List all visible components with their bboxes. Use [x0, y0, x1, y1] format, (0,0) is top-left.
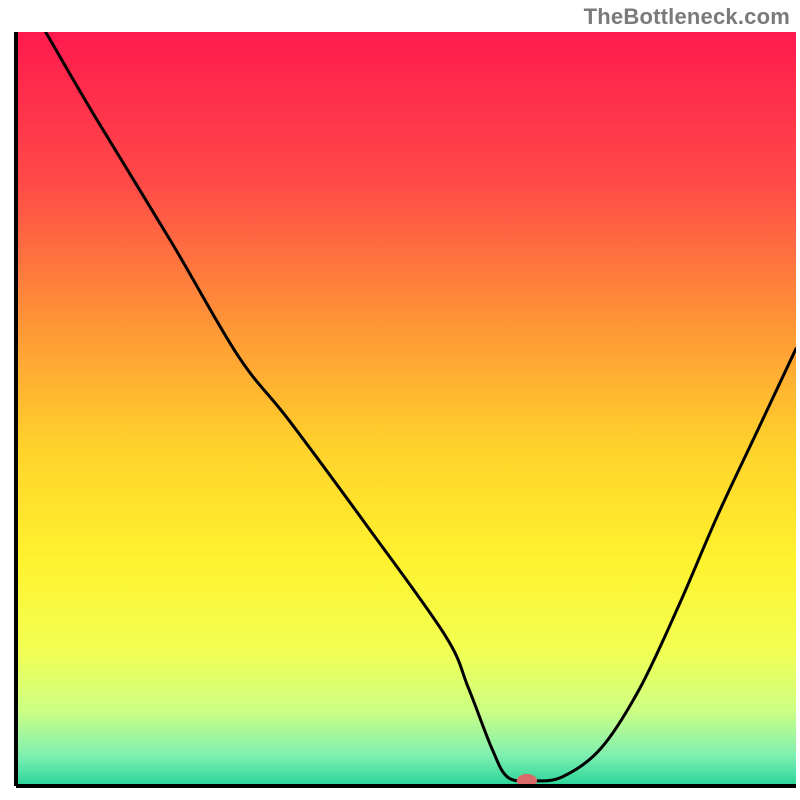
chart-stage: TheBottleneck.com [0, 0, 800, 800]
bottleneck-chart [0, 0, 800, 800]
watermark-text: TheBottleneck.com [584, 4, 790, 30]
plot-background [16, 32, 796, 786]
